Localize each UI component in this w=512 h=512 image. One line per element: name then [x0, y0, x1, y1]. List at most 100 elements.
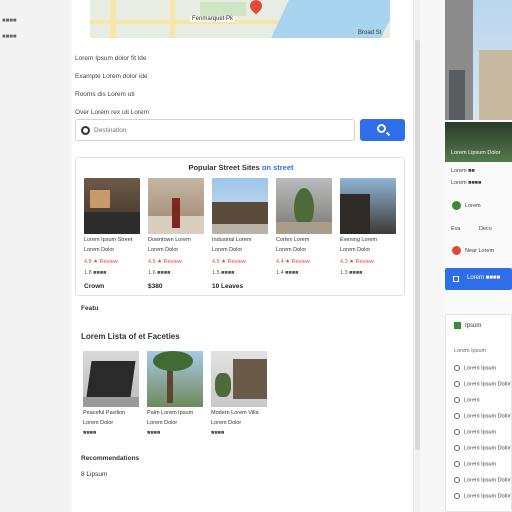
listing-title: Evening Lorem	[340, 237, 377, 243]
search-row	[75, 119, 405, 141]
listing-subtitle: Lorem Dolor	[212, 247, 243, 253]
filter-option[interactable]: Lorem Ipsum	[454, 429, 496, 435]
listings-title: Popular Street Sites on street	[76, 163, 406, 172]
featured-title: Palm Lorem Ipsum	[147, 410, 194, 416]
listing-price: Crown	[84, 283, 105, 290]
listing-meta: 1.3 ■■■■	[340, 270, 363, 276]
filter-option[interactable]: Lorem Ipsum Dolor	[454, 493, 511, 499]
building-photo[interactable]	[445, 0, 512, 120]
listing-photo[interactable]	[340, 178, 396, 234]
filter-option-label: Lorem Ipsum Dolor	[464, 477, 511, 484]
filter-option-label: Lorem Ipsum Dolor	[464, 445, 511, 452]
calendar-icon	[453, 276, 459, 282]
featured-card[interactable]: Peaceful Pavilion Lorem Dolor ■■■■	[83, 351, 139, 436]
featured-section: Featu Lorem Lista of et Faceties Peacefu…	[75, 305, 405, 478]
radio-icon[interactable]	[454, 413, 460, 419]
listing-photo[interactable]	[84, 178, 140, 234]
listing-card[interactable]: Industrial Lorem Lorem Dolor 4.5 ★ Revie…	[212, 178, 268, 290]
left-gutter: ■■■■ ■■■■	[0, 0, 70, 512]
listing-title: Industrial Lorem	[212, 237, 252, 243]
sidebar-tile[interactable]: Deco	[479, 226, 492, 232]
filter-option-label: Lorem Ipsum	[464, 429, 497, 436]
sidebar-tile[interactable]: Lorem	[465, 203, 481, 209]
gutter-item[interactable]: ■■■■	[2, 18, 17, 24]
featured-meta: ■■■■	[147, 430, 161, 436]
listing-rating: 4.4 ★ Review	[276, 259, 310, 265]
map-park	[200, 2, 246, 16]
sidebar-tile[interactable]: Eva	[451, 226, 460, 232]
listing-card[interactable]: Downtown Lorem Lorem Dolor 4.6 ★ Review …	[148, 178, 204, 290]
location-map[interactable]: Fenmarquet Pk Broad St	[90, 0, 390, 38]
radio-icon[interactable]	[454, 445, 460, 451]
radio-icon[interactable]	[454, 429, 460, 435]
filter-option-label: Lorem	[464, 397, 480, 404]
gallery-thumb[interactable]: Lorem Lipsum Dolor	[445, 122, 512, 162]
search-input[interactable]	[94, 124, 344, 137]
listing-card[interactable]: Evening Lorem Lorem Dolor 4.3 ★ Review 1…	[340, 178, 396, 276]
radio-icon[interactable]	[454, 397, 460, 403]
filter-option[interactable]: Lorem Ipsum Dolor	[454, 381, 511, 387]
section-heading: Lorem Lista of et Faceties	[81, 332, 180, 341]
listing-photo[interactable]	[212, 178, 268, 234]
info-line: Lorem Ipsum dolor fit ide	[75, 55, 147, 62]
section-label: Featu	[81, 305, 99, 312]
filter-option[interactable]: Lorem Ipsum Dolor	[454, 445, 511, 451]
featured-meta: ■■■■	[83, 430, 97, 436]
featured-photo[interactable]	[211, 351, 267, 407]
sidebar-action-button[interactable]: Lorem ■■■■	[445, 268, 512, 290]
radio-icon[interactable]	[454, 365, 460, 371]
listing-meta: 1.8 ■■■■	[84, 270, 107, 276]
map-pin-icon[interactable]	[247, 0, 265, 15]
filter-option[interactable]: Lorem Ipsum	[454, 365, 496, 371]
listing-subtitle: Lorem Dolor	[276, 247, 307, 253]
radio-icon[interactable]	[454, 477, 460, 483]
map-label: Broad St	[358, 30, 382, 36]
filter-option[interactable]: Lorem Ipsum Dolor	[454, 413, 511, 419]
listing-meta: 1.6 ■■■■	[148, 270, 171, 276]
featured-photo[interactable]	[147, 351, 203, 407]
listing-card[interactable]: Cortex Lorem Lorem Dolor 4.4 ★ Review 1.…	[276, 178, 332, 276]
featured-subtitle: Lorem Dolor	[83, 420, 114, 426]
listing-rating: 4.8 ★ Review	[84, 259, 118, 265]
radio-icon[interactable]	[454, 381, 460, 387]
filter-option[interactable]: Lorem	[454, 397, 480, 403]
scrollbar[interactable]	[415, 0, 420, 512]
listing-rating: 4.6 ★ Review	[148, 259, 182, 265]
featured-photo[interactable]	[83, 351, 139, 407]
listing-card[interactable]: Lorem Ipsum Street Lorem Dolor 4.8 ★ Rev…	[84, 178, 140, 290]
listing-meta: 1.5 ■■■■	[212, 270, 235, 276]
sidebar-row: Lorem ■■	[451, 168, 475, 174]
search-box[interactable]	[75, 119, 355, 141]
filter-option-label: Lorem Ipsum Dolor	[464, 413, 511, 420]
filter-option-label: Lorem Ipsum	[464, 365, 497, 372]
radio-icon[interactable]	[454, 493, 460, 499]
listing-title: Cortex Lorem	[276, 237, 310, 243]
radio-icon[interactable]	[454, 461, 460, 467]
gutter-item[interactable]: ■■■■	[2, 34, 17, 40]
featured-title: Modern Lorem Villa	[211, 410, 259, 416]
filter-icon	[454, 322, 461, 329]
filter-option-label: Lorem Ipsum	[464, 461, 497, 468]
filter-panel-subtitle: Lorem Ipsum	[454, 348, 487, 354]
listing-photo[interactable]	[148, 178, 204, 234]
listings-title-link[interactable]: on street	[262, 163, 294, 172]
map-road	[110, 0, 116, 38]
sidebar-badge: Near Lorem	[465, 248, 495, 254]
filter-option[interactable]: Lorem Ipsum Dolor	[454, 477, 511, 483]
listing-photo[interactable]	[276, 178, 332, 234]
sidebar-action-label: Lorem ■■■■	[467, 275, 501, 281]
info-line: Exampte Lorem dolor ide	[75, 73, 148, 80]
listing-price: $380	[148, 283, 163, 290]
filter-option[interactable]: Lorem Ipsum	[454, 461, 496, 467]
scrollbar-thumb[interactable]	[415, 40, 420, 450]
listing-subtitle: Lorem Dolor	[340, 247, 371, 253]
featured-title: Peaceful Pavilion	[83, 410, 126, 416]
featured-subtitle: Lorem Dolor	[147, 420, 178, 426]
listing-title: Downtown Lorem	[148, 237, 191, 243]
listing-meta: 1.4 ■■■■	[276, 270, 299, 276]
filter-option-label: Lorem Ipsum Dolor	[464, 381, 511, 388]
right-sidebar: Lorem Lipsum Dolor Lorem ■■ Lorem ■■■■ L…	[445, 0, 512, 512]
search-button[interactable]	[360, 119, 405, 141]
featured-card[interactable]: Modern Lorem Villa Lorem Dolor ■■■■	[211, 351, 267, 436]
featured-card[interactable]: Palm Lorem Ipsum Lorem Dolor ■■■■	[147, 351, 203, 436]
